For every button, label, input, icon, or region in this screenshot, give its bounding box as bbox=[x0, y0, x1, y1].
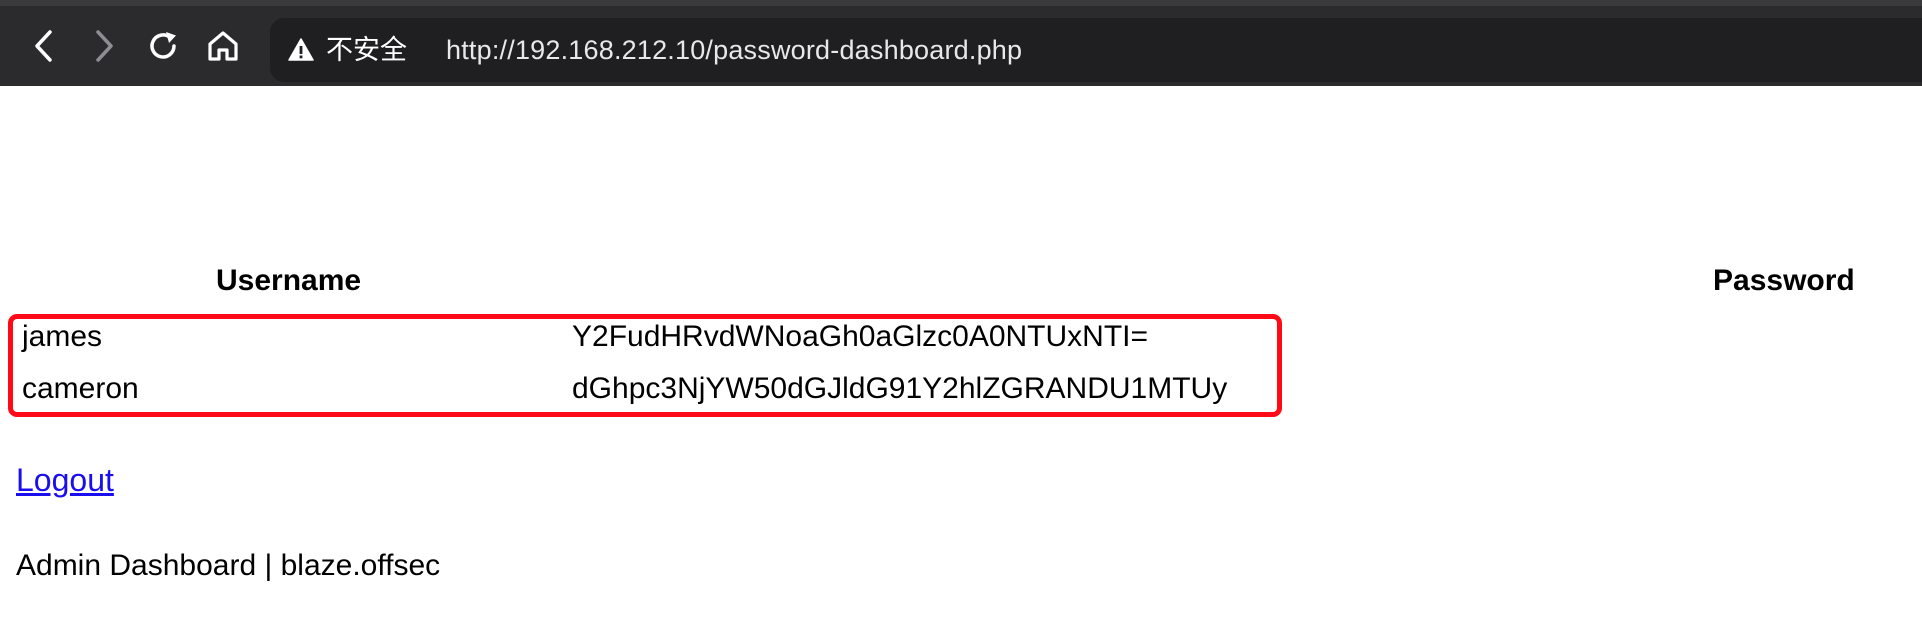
warning-icon[interactable] bbox=[288, 38, 314, 62]
username-header: Username bbox=[216, 264, 362, 297]
table-cell-password: Y2FudHRvdWNoaGh0aGlzc0A0NTUxNTI= bbox=[572, 320, 1149, 353]
address-bar[interactable]: 不安全 http://192.168.212.10/password-dashb… bbox=[270, 18, 1922, 82]
home-icon[interactable] bbox=[203, 26, 243, 66]
logout-link[interactable]: Logout bbox=[16, 462, 114, 498]
page-content: Username Password james Y2FudHRvdWNoaGh0… bbox=[0, 86, 1922, 638]
forward-icon[interactable] bbox=[84, 26, 124, 66]
table-cell-username: cameron bbox=[22, 372, 139, 405]
back-icon[interactable] bbox=[24, 26, 64, 66]
password-header: Password bbox=[1713, 264, 1855, 297]
reload-icon[interactable] bbox=[143, 26, 183, 66]
table-cell-username: james bbox=[22, 320, 103, 353]
browser-toolbar: 不安全 http://192.168.212.10/password-dashb… bbox=[0, 0, 1922, 86]
url-text[interactable]: http://192.168.212.10/password-dashboard… bbox=[446, 34, 1022, 66]
footer-text: Admin Dashboard | blaze.offsec bbox=[16, 549, 441, 582]
security-label[interactable]: 不安全 bbox=[326, 34, 407, 66]
table-cell-password: dGhpc3NjYW50dGJldG91Y2hlZGRANDU1MTUy bbox=[572, 372, 1228, 405]
